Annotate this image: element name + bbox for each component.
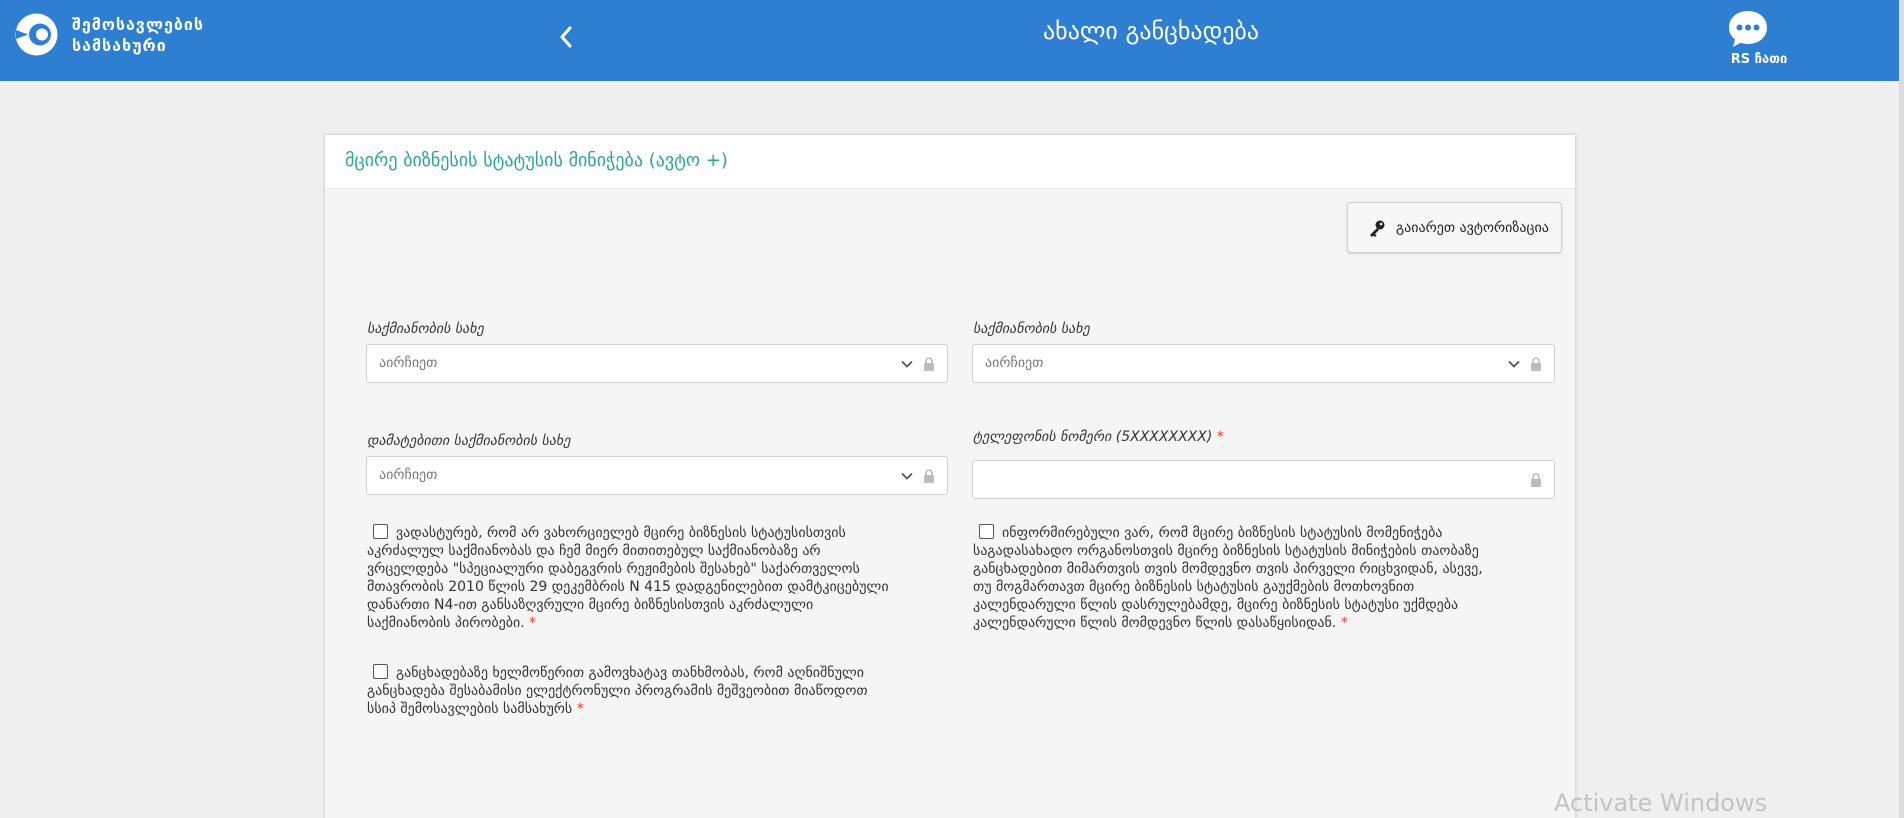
c1-line6: საქმიანობის პირობები. bbox=[367, 615, 525, 631]
required-mark: * bbox=[1216, 429, 1224, 445]
activity-type-2-label: საქმიანობის სახე bbox=[973, 321, 1090, 337]
c1-line4: მთავრობის 2010 წლის 29 დეკემბრის N 415 დ… bbox=[367, 579, 889, 595]
required-mark: * bbox=[576, 701, 584, 717]
c1-line5: დანართი N4-ით განსაზღვრული მცირე ბიზნესი… bbox=[367, 597, 814, 613]
activity-type-label: საქმიანობის სახე bbox=[367, 321, 484, 337]
c2-line2: საგადასახადო ორგანოსთვის მცირე ბიზნესის … bbox=[973, 543, 1479, 559]
select-placeholder: აირჩიეთ bbox=[379, 467, 438, 483]
application-card: მცირე ბიზნესის სტატუსის მინიჭება (ავტო +… bbox=[324, 134, 1576, 818]
required-mark: * bbox=[1340, 615, 1348, 631]
confirm-not-prohibited-block: ვადასტურებ, რომ არ ვახორციელებ მცირე ბიზ… bbox=[367, 524, 957, 632]
key-icon bbox=[1370, 220, 1385, 237]
phone-label-text: ტელეფონის ნომერი (5XXXXXXXX) bbox=[973, 429, 1213, 445]
authorize-button[interactable]: გაიარეთ ავტორიზაცია bbox=[1347, 202, 1562, 253]
c3-line2: განცხადება შესაბამისი ელექტრონული პროგრა… bbox=[367, 683, 868, 699]
c2-line6: კალენდარული წლის მომდევნო წლის დასაწყისი… bbox=[973, 615, 1337, 631]
confirm-not-prohibited-checkbox[interactable] bbox=[373, 524, 388, 539]
rs-chat-button[interactable]: RS ჩათი bbox=[1726, 8, 1792, 68]
required-mark: * bbox=[529, 615, 537, 631]
card-header: მცირე ბიზნესის სტატუსის მინიჭება (ავტო +… bbox=[325, 135, 1575, 189]
activity-type-select[interactable]: აირჩიეთ bbox=[366, 344, 948, 383]
consent-checkbox[interactable] bbox=[373, 664, 388, 679]
select-placeholder: აირჩიეთ bbox=[985, 355, 1044, 371]
lock-icon bbox=[1531, 357, 1541, 371]
activity-type-2-select[interactable]: აირჩიეთ bbox=[972, 344, 1555, 383]
top-header: შემოსავლების სამსახური ახალი განცხადება … bbox=[0, 0, 1904, 81]
c3-line1: განცხადებაზე ხელმოწერით გამოვხატავ თანხმ… bbox=[396, 665, 865, 681]
page-title: ახალი განცხადება bbox=[1042, 17, 1260, 45]
informed-status-block: ინფორმირებული ვარ, რომ მცირე ბიზნესის სტ… bbox=[973, 524, 1563, 632]
chevron-down-icon bbox=[901, 360, 913, 368]
informed-status-checkbox[interactable] bbox=[979, 524, 994, 539]
lock-icon bbox=[924, 357, 934, 371]
phone-input[interactable] bbox=[972, 460, 1555, 499]
chevron-down-icon bbox=[901, 472, 913, 480]
c2-line3: განცხადებით მიმართვის თვის მომდევნო თვის… bbox=[973, 561, 1483, 577]
c2-line1: ინფორმირებული ვარ, რომ მცირე ბიზნესის სტ… bbox=[1002, 525, 1443, 541]
activate-windows-watermark: Activate Windows bbox=[1554, 789, 1768, 817]
c3-line3: სსიპ შემოსავლების სამსახურს bbox=[367, 701, 573, 717]
card-title: მცირე ბიზნესის სტატუსის მინიჭება (ავტო +… bbox=[345, 150, 728, 171]
phone-label: ტელეფონის ნომერი (5XXXXXXXX) * bbox=[973, 429, 1224, 445]
chevron-down-icon bbox=[1508, 360, 1520, 368]
lock-icon bbox=[924, 469, 934, 483]
authorize-label: გაიარეთ ავტორიზაცია bbox=[1396, 219, 1549, 236]
additional-activity-label: დამატებითი საქმიანობის სახე bbox=[367, 433, 571, 449]
c1-line3: ვრცელდება "სპეციალური დაბეგვრის რეჟიმები… bbox=[367, 561, 860, 577]
chat-bubble-icon bbox=[1729, 11, 1767, 47]
scrollbar[interactable] bbox=[1899, 0, 1904, 818]
c1-line1: ვადასტურებ, რომ არ ვახორციელებ მცირე ბიზ… bbox=[396, 525, 846, 541]
c2-line4: თუ მოგმართავთ მცირე ბიზნესის სტატუსის გა… bbox=[973, 579, 1415, 595]
lock-icon bbox=[1531, 473, 1541, 487]
chat-label: RS ჩათი bbox=[1730, 52, 1788, 67]
c1-line2: აკრძალულ საქმიანობას და ჩემ მიერ მითითებ… bbox=[367, 543, 821, 559]
c2-line5: კალენდარული წლის დასრულებამდე, მცირე ბიზ… bbox=[973, 597, 1459, 613]
consent-block: განცხადებაზე ხელმოწერით გამოვხატავ თანხმ… bbox=[367, 664, 957, 718]
select-placeholder: აირჩიეთ bbox=[379, 355, 438, 371]
additional-activity-select[interactable]: აირჩიეთ bbox=[366, 456, 948, 495]
